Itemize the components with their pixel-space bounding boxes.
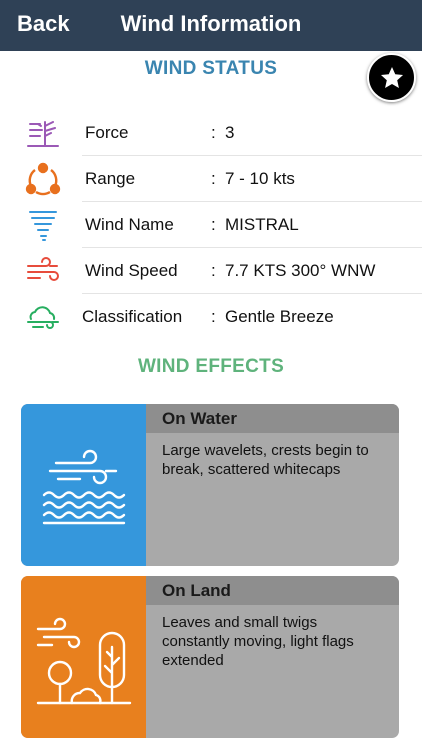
back-button[interactable]: Back [17,11,70,37]
classification-label: Classification [82,307,183,326]
wind-speed-label: Wind Speed [85,261,178,280]
classification-separator: : [211,307,216,326]
force-value: 3 [225,123,235,142]
effect-description-water: Large wavelets, crests begin to break, s… [162,442,369,478]
effect-image-land [21,576,146,738]
wind-name-label: Wind Name [85,215,174,234]
force-separator: : [211,123,216,142]
wind-speed-icon [24,254,62,288]
status-row-classification: Classification : Gentle Breeze [0,294,422,340]
tornado-icon [24,208,62,242]
wind-name-separator: : [211,215,216,234]
effect-description-land: Leaves and small twigs constantly moving… [162,614,354,669]
wind-effects-heading: WIND EFFECTS [137,356,285,377]
force-label: Force [85,123,129,142]
status-row-wind-speed: Wind Speed : 7.7 KTS 300° WNW [0,248,422,294]
wind-waves-icon [42,449,125,525]
range-separator: : [211,169,216,188]
range-label: Range [85,169,136,188]
wind-name-value: MISTRAL [225,215,299,234]
effect-heading-water: On Water [162,409,237,428]
effect-image-water [21,404,146,566]
status-row-range: Range : 7 - 10 kts [0,156,422,202]
effect-card-land: On Land Leaves and small twigs constantl… [21,576,399,738]
range-value: 7 - 10 kts [225,169,295,188]
range-nodes-icon [24,162,62,196]
effect-card-header: On Land [146,576,399,605]
effect-card-water: On Water Large wavelets, crests begin to… [21,404,399,566]
wind-status-heading: WIND STATUS [144,58,278,79]
navigation-bar: Back Wind Information [0,0,422,51]
effect-heading-land: On Land [162,581,231,600]
effect-card-header: On Water [146,404,399,433]
wind-trees-icon [36,617,131,705]
cloud-wind-icon [24,300,62,334]
status-row-wind-name: Wind Name : MISTRAL [0,202,422,248]
wind-speed-value: 7.7 KTS 300° WNW [225,261,376,280]
beaufort-scale-icon [24,116,62,150]
wind-speed-separator: : [211,261,216,280]
status-row-force: Force : 3 [0,110,422,156]
classification-value: Gentle Breeze [225,307,334,326]
